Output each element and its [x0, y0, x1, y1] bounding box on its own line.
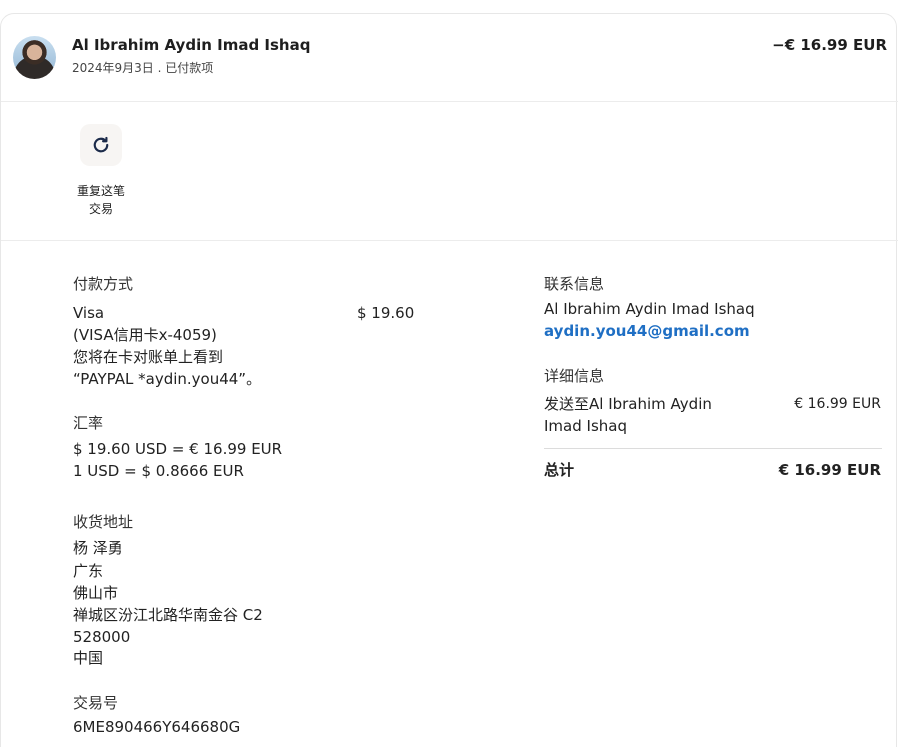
contact-name: Al Ibrahim Aydin Imad Ishaq [544, 300, 755, 318]
exchange-rate-line2: 1 USD = $ 0.8666 EUR [73, 462, 244, 480]
details-item-line2: Imad Ishaq [544, 417, 627, 435]
total-divider [544, 448, 882, 449]
shipping-address-line: 佛山市 [73, 584, 119, 602]
exchange-rate-line1: $ 19.60 USD = € 16.99 EUR [73, 440, 283, 458]
transaction-id-heading: 交易号 [73, 694, 119, 712]
shipping-address-line: 528000 [73, 628, 131, 646]
contact-email-link[interactable]: aydin.you44@gmail.com [544, 320, 750, 342]
contact-info-heading: 联系信息 [544, 275, 605, 293]
shipping-address-line: 杨 泽勇 [73, 539, 123, 557]
transaction-id: 6ME890466Y646680G [73, 718, 241, 736]
shipping-address-line: 禅城区汾江北路华南金谷 C2 [73, 606, 263, 624]
payment-card-detail: (VISA信用卡x-4059) [73, 326, 217, 344]
refresh-icon [93, 136, 109, 153]
payment-card-name: Visa [73, 304, 105, 322]
shipping-address-line: 广东 [73, 562, 104, 580]
details-heading: 详细信息 [544, 367, 605, 385]
details-item-amount: € 16.99 EUR [794, 396, 881, 412]
transaction-date-status: 2024年9月3日 . 已付款项 [72, 61, 214, 75]
exchange-rate-heading: 汇率 [73, 414, 104, 432]
repeat-label-line1: 重复这笔 [76, 184, 125, 198]
shipping-address-line: 中国 [73, 649, 104, 667]
payment-statement-line2: “PAYPAL *aydin.you44”。 [73, 370, 262, 388]
actions-bar: 重复这笔 交易 [1, 102, 898, 241]
payment-statement-line1: 您将在卡对账单上看到 [73, 348, 224, 366]
transaction-amount: −€ 16.99 EUR [772, 36, 887, 54]
total-label: 总计 [544, 461, 575, 479]
payment-method-heading: 付款方式 [73, 275, 134, 293]
avatar [13, 36, 56, 79]
transaction-header: Al Ibrahim Aydin Imad Ishaq 2024年9月3日 . … [1, 14, 898, 102]
repeat-transaction-button[interactable] [80, 124, 122, 166]
repeat-label-line2: 交易 [88, 202, 113, 216]
payee-name: Al Ibrahim Aydin Imad Ishaq [72, 36, 311, 54]
shipping-address-heading: 收货地址 [73, 513, 134, 531]
details-item-line1: 发送至Al Ibrahim Aydin [544, 395, 712, 413]
repeat-transaction-label[interactable]: 重复这笔 交易 [67, 182, 135, 218]
payment-amount: $ 19.60 [357, 304, 415, 322]
total-amount: € 16.99 EUR [778, 461, 881, 479]
